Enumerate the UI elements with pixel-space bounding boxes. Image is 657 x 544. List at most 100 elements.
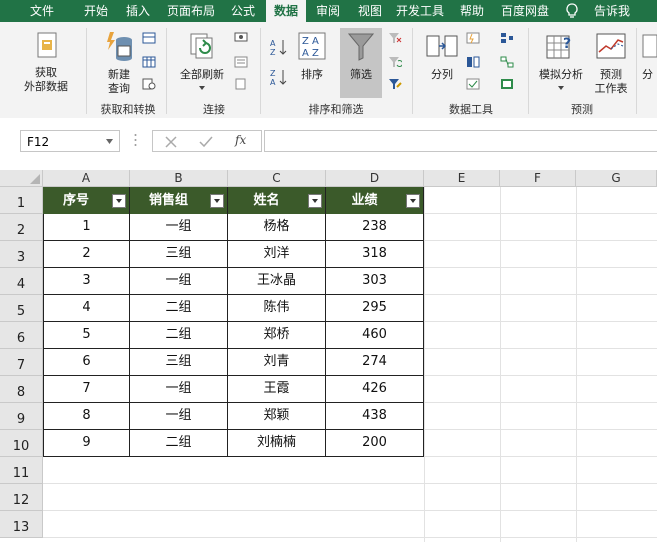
tab-data[interactable]: 数据 [266, 0, 306, 22]
table-cell[interactable]: 郑桥 [228, 322, 326, 349]
table-cell[interactable]: 303 [326, 268, 424, 295]
properties-icon[interactable] [234, 56, 248, 68]
name-box[interactable]: F12 [20, 130, 120, 152]
outline-button[interactable]: 分 [640, 28, 657, 98]
row-header-9[interactable]: 9 [0, 403, 43, 430]
table-cell[interactable]: 4 [43, 295, 130, 322]
table-cell[interactable]: 一组 [130, 214, 228, 241]
filter-dropdown-icon[interactable] [406, 194, 420, 208]
cancel-icon[interactable] [165, 136, 177, 148]
row-header-1[interactable]: 1 [0, 187, 43, 214]
tell-me-search[interactable]: 告诉我 [590, 0, 634, 22]
table-cell[interactable]: 438 [326, 403, 424, 430]
row-header-10[interactable]: 10 [0, 430, 43, 457]
table-cell[interactable]: 陈伟 [228, 295, 326, 322]
data-validation-icon[interactable] [466, 78, 480, 90]
formula-input[interactable] [264, 130, 657, 152]
filter-button[interactable]: 筛选 [340, 28, 382, 98]
table-cell[interactable]: 郑颖 [228, 403, 326, 430]
tab-help[interactable]: 帮助 [452, 0, 492, 22]
table-cell[interactable]: 王霞 [228, 376, 326, 403]
refresh-all-button[interactable]: 全部刷新 [172, 28, 232, 98]
row-header-12[interactable]: 12 [0, 484, 43, 511]
edit-links-icon[interactable] [234, 78, 248, 90]
forecast-sheet-button[interactable]: 预测 工作表 [590, 28, 632, 98]
select-all-corner[interactable] [0, 170, 43, 187]
data-model-icon[interactable] [500, 78, 514, 90]
column-header-c[interactable]: C [228, 170, 326, 187]
relationships-icon[interactable] [500, 56, 514, 68]
table-cell[interactable]: 238 [326, 214, 424, 241]
get-external-data-button[interactable]: 获取 外部数据 [16, 28, 76, 98]
consolidate-icon[interactable] [500, 32, 514, 44]
lightbulb-icon[interactable] [562, 0, 582, 22]
table-cell[interactable]: 3 [43, 268, 130, 295]
table-cell[interactable]: 1 [43, 214, 130, 241]
column-header-f[interactable]: F [500, 170, 576, 187]
table-cell[interactable]: 王冰晶 [228, 268, 326, 295]
table-cell[interactable]: 刘青 [228, 349, 326, 376]
table-cell[interactable]: 200 [326, 430, 424, 457]
text-to-columns-button[interactable]: 分列 [420, 28, 464, 98]
table-cell[interactable]: 一组 [130, 376, 228, 403]
table-cell[interactable]: 一组 [130, 403, 228, 430]
tab-baidu-pan[interactable]: 百度网盘 [496, 0, 554, 22]
new-query-button[interactable]: 新建 查询 [96, 28, 142, 98]
row-header-6[interactable]: 6 [0, 322, 43, 349]
sort-button[interactable]: Z A A Z 排序 [292, 28, 332, 98]
sort-az-icon[interactable]: AZ [270, 38, 288, 56]
chevron-down-icon[interactable] [106, 139, 113, 144]
table-cell[interactable]: 274 [326, 349, 424, 376]
table-cell[interactable]: 刘楠楠 [228, 430, 326, 457]
table-cell[interactable]: 9 [43, 430, 130, 457]
table-cell[interactable]: 杨格 [228, 214, 326, 241]
column-header-b[interactable]: B [130, 170, 228, 187]
table-cell[interactable]: 三组 [130, 349, 228, 376]
row-header-8[interactable]: 8 [0, 376, 43, 403]
row-header-11[interactable]: 11 [0, 457, 43, 484]
flash-fill-icon[interactable] [466, 32, 480, 44]
table-cell[interactable]: 二组 [130, 295, 228, 322]
column-header-e[interactable]: E [424, 170, 500, 187]
tab-view[interactable]: 视图 [350, 0, 390, 22]
table-cell[interactable]: 7 [43, 376, 130, 403]
clear-filter-icon[interactable] [388, 32, 402, 44]
recent-sources-icon[interactable] [142, 78, 156, 90]
row-header-4[interactable]: 4 [0, 268, 43, 295]
what-if-analysis-button[interactable]: ? 模拟分析 [534, 28, 588, 98]
enter-icon[interactable] [199, 136, 213, 148]
row-header-7[interactable]: 7 [0, 349, 43, 376]
table-cell[interactable]: 二组 [130, 430, 228, 457]
connections-icon[interactable] [234, 32, 248, 44]
advanced-filter-icon[interactable] [388, 78, 402, 90]
table-cell[interactable]: 6 [43, 349, 130, 376]
table-cell[interactable]: 刘洋 [228, 241, 326, 268]
show-queries-icon[interactable] [142, 32, 156, 44]
row-header-2[interactable]: 2 [0, 214, 43, 241]
tab-insert[interactable]: 插入 [118, 0, 158, 22]
row-header-13[interactable]: 13 [0, 511, 43, 538]
table-cell[interactable]: 8 [43, 403, 130, 430]
table-cell[interactable]: 2 [43, 241, 130, 268]
tab-file[interactable]: 文件 [20, 0, 64, 22]
table-cell[interactable]: 295 [326, 295, 424, 322]
reapply-filter-icon[interactable] [388, 56, 402, 68]
filter-dropdown-icon[interactable] [308, 194, 322, 208]
column-header-a[interactable]: A [43, 170, 130, 187]
insert-function-icon[interactable]: fx [235, 133, 246, 147]
table-cell[interactable]: 三组 [130, 241, 228, 268]
filter-dropdown-icon[interactable] [210, 194, 224, 208]
table-cell[interactable]: 460 [326, 322, 424, 349]
table-cell[interactable]: 二组 [130, 322, 228, 349]
table-cell[interactable]: 一组 [130, 268, 228, 295]
tab-formulas[interactable]: 公式 [224, 0, 262, 22]
remove-duplicates-icon[interactable] [466, 56, 480, 68]
row-header-3[interactable]: 3 [0, 241, 43, 268]
table-cell[interactable]: 318 [326, 241, 424, 268]
tab-review[interactable]: 审阅 [308, 0, 348, 22]
sort-za-icon[interactable]: ZA [270, 68, 288, 86]
filter-dropdown-icon[interactable] [112, 194, 126, 208]
table-cell[interactable]: 5 [43, 322, 130, 349]
tab-home[interactable]: 开始 [76, 0, 116, 22]
column-header-d[interactable]: D [326, 170, 424, 187]
